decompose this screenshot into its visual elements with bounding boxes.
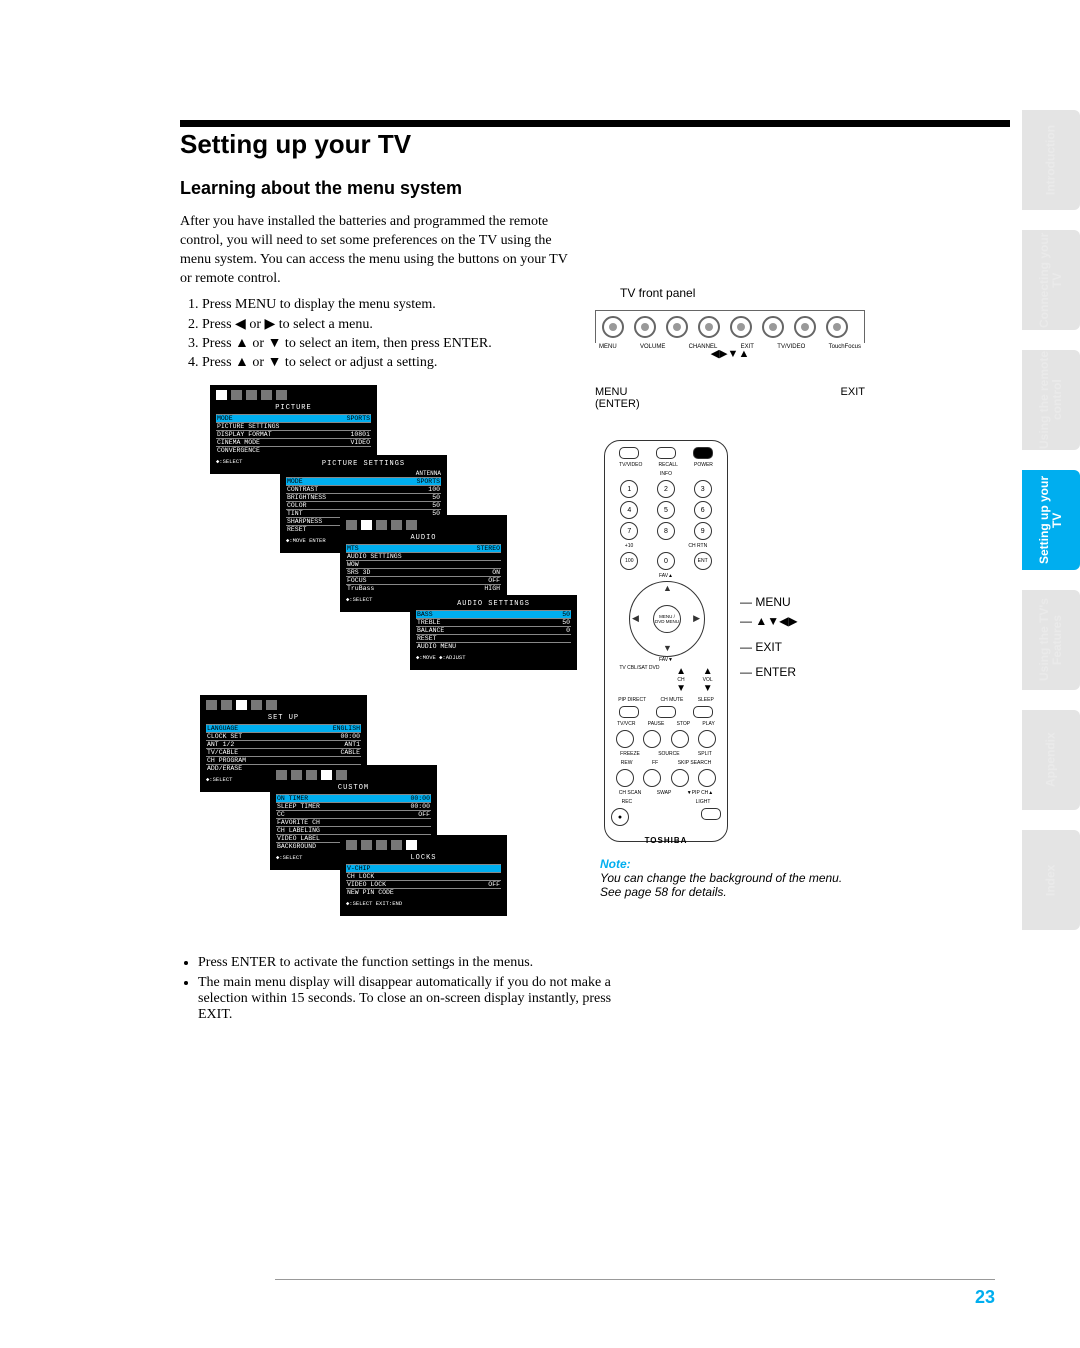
remote-right-arrow[interactable]: ▶ xyxy=(693,613,700,624)
osd-audio-settings-menu: AUDIO SETTINGS BASS50 TREBLE50 BALANCE0 … xyxy=(410,595,577,670)
remote-ch-mute[interactable] xyxy=(656,706,676,718)
remote-num-0[interactable]: 0 xyxy=(657,552,675,570)
remote-down-arrow[interactable]: ▼ xyxy=(663,643,672,653)
remote-rew[interactable] xyxy=(616,769,634,787)
remote-recall-button[interactable] xyxy=(656,447,676,459)
remote-skip[interactable] xyxy=(671,769,689,787)
page-number: 23 xyxy=(975,1287,995,1308)
fp-exit-button[interactable] xyxy=(762,316,784,338)
tv-front-panel: MENU VOLUME CHANNEL EXIT TV/VIDEO TouchF… xyxy=(595,310,865,410)
fp-menu-label: MENU xyxy=(595,386,640,398)
remote-menu-button[interactable]: MENU / DVD MENU xyxy=(653,605,681,633)
note-heading: Note: xyxy=(600,857,860,871)
remote-pip-direct[interactable] xyxy=(619,706,639,718)
tab-appendix[interactable]: Appendix xyxy=(1022,710,1080,810)
remote-stop[interactable] xyxy=(671,730,689,748)
remote-brand: TOSHIBA xyxy=(605,836,727,845)
notes-list: Press ENTER to activate the function set… xyxy=(180,955,618,1023)
steps-list: Press MENU to display the menu system. P… xyxy=(180,297,602,371)
section-heading: Learning about the menu system xyxy=(180,178,1010,199)
remote-num-100[interactable]: 100 xyxy=(620,552,638,570)
note-body: You can change the background of the men… xyxy=(600,871,860,899)
tv-front-panel-label: TV front panel xyxy=(620,286,695,300)
tab-remote[interactable]: Using the remote control xyxy=(1022,350,1080,450)
remote-play[interactable] xyxy=(698,730,716,748)
fp-exit-label: EXIT xyxy=(841,386,865,410)
step-item: Press MENU to display the menu system. xyxy=(202,297,602,313)
step-item: Press ▲ or ▼ to select or adjust a setti… xyxy=(202,355,602,371)
fp-volume-down-button[interactable] xyxy=(634,316,656,338)
callout-arrows: — ▲▼◀▶ xyxy=(740,614,798,628)
fp-channel-down-button[interactable] xyxy=(698,316,720,338)
remote-control: TV/VIDEORECALLPOWER INFO 123 456 789 +10… xyxy=(604,440,728,842)
step-item: Press ◀ or ▶ to select a menu. xyxy=(202,316,602,333)
fp-volume-up-button[interactable] xyxy=(666,316,688,338)
remote-pause[interactable] xyxy=(643,730,661,748)
fp-arrows-label: ◀▶▼▲ xyxy=(595,347,865,360)
remote-extra[interactable] xyxy=(698,769,716,787)
side-tabs: Introduction Connecting your TV Using th… xyxy=(1022,110,1080,930)
remote-num-1[interactable]: 1 xyxy=(620,480,638,498)
tab-connecting[interactable]: Connecting your TV xyxy=(1022,230,1080,330)
fp-channel-up-button[interactable] xyxy=(730,316,752,338)
remote-dpad[interactable]: MENU / DVD MENU ▲ ▼ ◀ ▶ xyxy=(629,581,703,655)
bullet-item: The main menu display will disappear aut… xyxy=(198,975,618,1023)
remote-ff[interactable] xyxy=(643,769,661,787)
remote-tv-video-button[interactable] xyxy=(619,447,639,459)
remote-num-8[interactable]: 8 xyxy=(657,522,675,540)
remote-sleep[interactable] xyxy=(693,706,713,718)
intro-paragraph: After you have installed the batteries a… xyxy=(180,213,580,289)
page-title: Setting up your TV xyxy=(180,129,1010,160)
remote-tvvcr[interactable] xyxy=(616,730,634,748)
note-block: Note: You can change the background of t… xyxy=(600,857,860,899)
fp-enter-label: (ENTER) xyxy=(595,398,640,410)
callout-enter: — ENTER xyxy=(740,665,796,679)
tab-index[interactable]: Index xyxy=(1022,830,1080,930)
remote-left-arrow[interactable]: ◀ xyxy=(632,613,639,624)
remote-ent-button[interactable]: ENT xyxy=(694,552,712,570)
fp-touchfocus-button[interactable] xyxy=(826,316,848,338)
remote-num-3[interactable]: 3 xyxy=(694,480,712,498)
remote-rec[interactable]: ● xyxy=(611,808,629,826)
remote-num-7[interactable]: 7 xyxy=(620,522,638,540)
bullet-item: Press ENTER to activate the function set… xyxy=(198,955,618,971)
remote-num-2[interactable]: 2 xyxy=(657,480,675,498)
remote-num-4[interactable]: 4 xyxy=(620,501,638,519)
tab-setting-up[interactable]: Setting up your TV xyxy=(1022,470,1080,570)
remote-num-6[interactable]: 6 xyxy=(694,501,712,519)
callout-menu: — MENU xyxy=(740,595,791,609)
osd-menus-illustration: PICTURE MODESPORTS PICTURE SETTINGS DISP… xyxy=(180,385,1010,945)
tab-introduction[interactable]: Introduction xyxy=(1022,110,1080,210)
remote-power-button[interactable] xyxy=(693,447,713,459)
remote-num-9[interactable]: 9 xyxy=(694,522,712,540)
step-item: Press ▲ or ▼ to select an item, then pre… xyxy=(202,336,602,352)
remote-up-arrow[interactable]: ▲ xyxy=(663,583,672,593)
title-bar: Setting up your TV xyxy=(180,120,1010,160)
fp-tv-video-button[interactable] xyxy=(794,316,816,338)
remote-num-5[interactable]: 5 xyxy=(657,501,675,519)
remote-light[interactable] xyxy=(701,808,721,820)
osd-locks-menu: LOCKS V-CHIP CH LOCK VIDEO LOCKOFF NEW P… xyxy=(340,835,507,916)
tab-features[interactable]: Using the TV's Features xyxy=(1022,590,1080,690)
callout-exit: — EXIT xyxy=(740,640,782,654)
fp-menu-button[interactable] xyxy=(602,316,624,338)
